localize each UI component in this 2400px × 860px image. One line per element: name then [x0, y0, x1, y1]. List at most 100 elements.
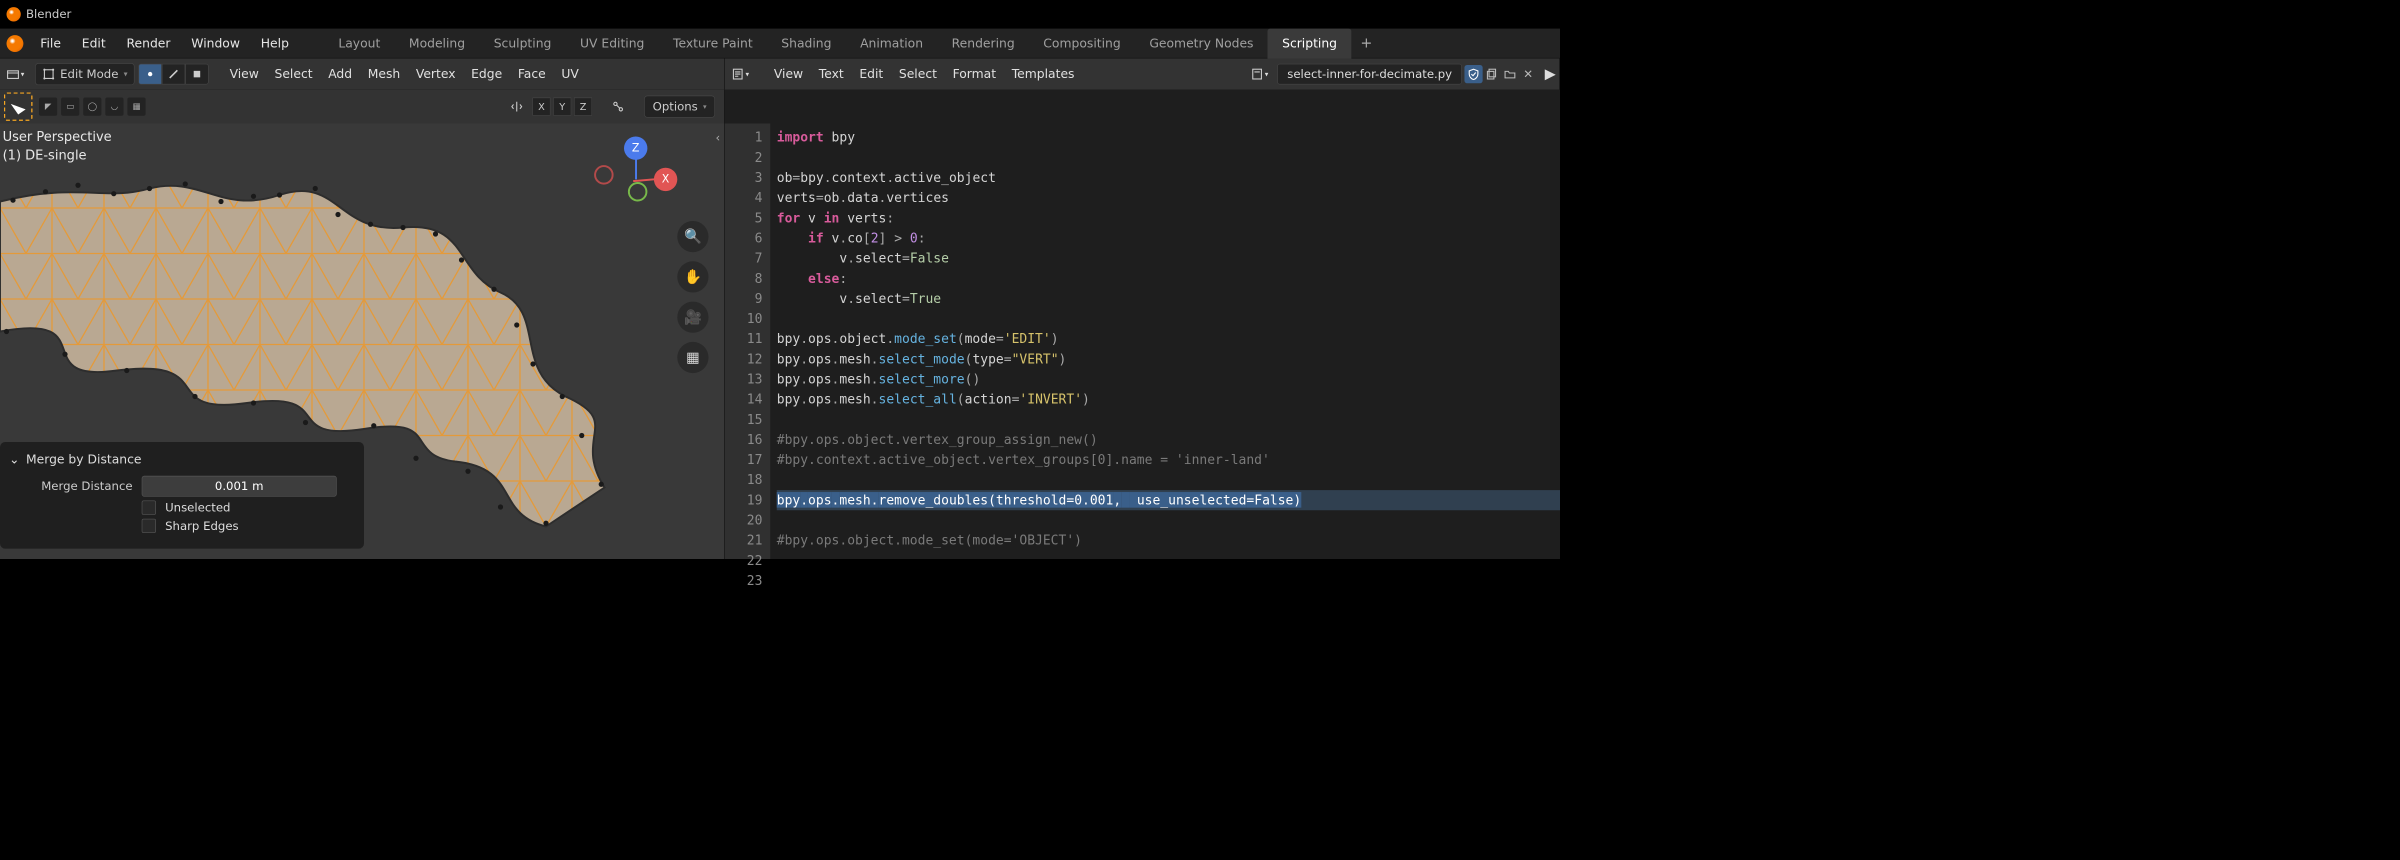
add-workspace-button[interactable]: +: [1351, 35, 1381, 51]
mirror-z-toggle[interactable]: Z: [574, 98, 592, 116]
zoom-button[interactable]: 🔍: [677, 221, 708, 252]
open-text-button[interactable]: [1501, 65, 1519, 83]
viewport-menu-select[interactable]: Select: [267, 58, 321, 89]
text-menu-format[interactable]: Format: [945, 58, 1004, 89]
browse-text-button[interactable]: ▾: [1245, 64, 1273, 85]
lasso-select-icon[interactable]: ◡: [105, 98, 123, 116]
viewport-menu-view[interactable]: View: [222, 58, 267, 89]
circle-select-icon[interactable]: ◯: [83, 98, 101, 116]
code-line[interactable]: for v in verts:: [777, 208, 1560, 228]
ws-tab-rendering[interactable]: Rendering: [937, 28, 1029, 58]
editor-type-button[interactable]: ▾: [726, 64, 754, 85]
vertex-select-button[interactable]: [139, 64, 162, 85]
text-menu-view[interactable]: View: [766, 58, 811, 89]
tweak-tool-icon[interactable]: ◤: [39, 98, 57, 116]
text-editor-header: ▾ View Text Edit Select Format Templates…: [725, 58, 1560, 89]
code-line[interactable]: import bpy: [777, 127, 1560, 147]
automerge-icon: [612, 100, 625, 113]
text-editor-icon: [731, 68, 744, 81]
code-line[interactable]: #bpy.context.active_object.vertex_groups…: [777, 450, 1560, 470]
automerge-toggle[interactable]: [606, 96, 629, 117]
active-tool-button[interactable]: [4, 92, 33, 121]
blender-logo-icon[interactable]: [7, 35, 24, 52]
code-line[interactable]: v.select=True: [777, 289, 1560, 309]
box-select-icon[interactable]: ▭: [61, 98, 79, 116]
unlink-text-button[interactable]: ✕: [1519, 65, 1537, 83]
code-body[interactable]: import bpy ob=bpy.context.active_objectv…: [770, 123, 1560, 559]
code-line[interactable]: bpy.ops.object.mode_set(mode='EDIT'): [777, 329, 1560, 349]
sharp-edges-checkbox[interactable]: [142, 519, 156, 533]
sidebar-toggle-handle[interactable]: ‹: [716, 131, 721, 145]
persp-ortho-button[interactable]: ▦: [677, 342, 708, 373]
operator-panel[interactable]: ⌄ Merge by Distance Merge Distance 0.001…: [0, 442, 364, 549]
merge-distance-field[interactable]: 0.001 m: [142, 476, 337, 497]
operator-panel-header[interactable]: ⌄ Merge by Distance: [9, 452, 351, 466]
code-line[interactable]: [777, 510, 1560, 530]
text-editor-area[interactable]: 1234567891011121314151617181920212223 im…: [725, 123, 1560, 559]
mirror-x-toggle[interactable]: X: [532, 98, 550, 116]
ws-tab-scripting[interactable]: Scripting: [1268, 28, 1352, 58]
viewport-menu-face[interactable]: Face: [510, 58, 554, 89]
viewport-menu-mesh[interactable]: Mesh: [360, 58, 408, 89]
new-text-button[interactable]: [1483, 65, 1501, 83]
code-line[interactable]: bpy.ops.mesh.select_more(): [777, 369, 1560, 389]
menu-edit[interactable]: Edit: [71, 28, 116, 58]
menu-render[interactable]: Render: [116, 28, 181, 58]
camera-button[interactable]: 🎥: [677, 302, 708, 333]
editor-type-button[interactable]: ▾: [1, 64, 29, 85]
menu-file[interactable]: File: [30, 28, 71, 58]
viewport-menu-vertex[interactable]: Vertex: [408, 58, 463, 89]
line-number: 14: [725, 389, 763, 409]
code-line[interactable]: [777, 148, 1560, 168]
ws-tab-modeling[interactable]: Modeling: [395, 28, 480, 58]
code-line[interactable]: else:: [777, 268, 1560, 288]
script-filename-field[interactable]: select-inner-for-decimate.py: [1278, 64, 1462, 85]
code-line[interactable]: [777, 410, 1560, 430]
code-line[interactable]: v.select=False: [777, 248, 1560, 268]
code-line[interactable]: [777, 470, 1560, 490]
text-menu-text[interactable]: Text: [811, 58, 852, 89]
face-select-button[interactable]: [185, 64, 208, 85]
code-line[interactable]: if v.co[2] > 0:: [777, 228, 1560, 248]
code-line[interactable]: [777, 571, 1560, 591]
ws-tab-animation[interactable]: Animation: [846, 28, 938, 58]
ws-tab-texture-paint[interactable]: Texture Paint: [659, 28, 767, 58]
ws-tab-sculpting[interactable]: Sculpting: [479, 28, 565, 58]
gizmo-x-handle[interactable]: X: [654, 168, 677, 191]
code-line[interactable]: verts=ob.data.vertices: [777, 188, 1560, 208]
line-number: 11: [725, 329, 763, 349]
edge-select-button[interactable]: [162, 64, 185, 85]
ws-tab-compositing[interactable]: Compositing: [1029, 28, 1135, 58]
3d-viewport[interactable]: User Perspective (1) DE-single ‹ Z X 🔍 ✋…: [0, 123, 725, 559]
gizmo-z-handle[interactable]: Z: [624, 137, 647, 160]
text-menu-edit[interactable]: Edit: [852, 58, 892, 89]
mesh-options-dropdown[interactable]: Options ▾: [644, 96, 715, 118]
pan-button[interactable]: ✋: [677, 261, 708, 292]
ws-tab-layout[interactable]: Layout: [324, 28, 395, 58]
ws-tab-shading[interactable]: Shading: [767, 28, 846, 58]
code-line[interactable]: bpy.ops.mesh.select_mode(type="VERT"): [777, 349, 1560, 369]
viewport-menu-edge[interactable]: Edge: [463, 58, 510, 89]
ws-tab-uv-editing[interactable]: UV Editing: [566, 28, 659, 58]
code-line[interactable]: #bpy.ops.object.mode_set(mode='OBJECT'): [777, 530, 1560, 550]
code-line[interactable]: [777, 551, 1560, 571]
code-line[interactable]: bpy.ops.mesh.select_all(action='INVERT'): [777, 389, 1560, 409]
run-script-button[interactable]: ▶: [1541, 65, 1559, 83]
unselected-checkbox[interactable]: [142, 500, 156, 514]
code-line[interactable]: bpy.ops.mesh.remove_doubles(threshold=0.…: [777, 490, 1560, 510]
mode-selector[interactable]: Edit Mode ▾: [35, 63, 135, 85]
menu-window[interactable]: Window: [181, 28, 250, 58]
code-line[interactable]: #bpy.ops.object.vertex_group_assign_new(…: [777, 430, 1560, 450]
text-menu-select[interactable]: Select: [891, 58, 945, 89]
text-menu-templates[interactable]: Templates: [1004, 58, 1082, 89]
select-set-icon[interactable]: ▦: [127, 98, 145, 116]
register-script-toggle[interactable]: [1464, 65, 1482, 83]
viewport-menu-add[interactable]: Add: [320, 58, 360, 89]
menu-help[interactable]: Help: [250, 28, 299, 58]
ws-tab-geometry-nodes[interactable]: Geometry Nodes: [1135, 28, 1268, 58]
viewport-menu-uv[interactable]: UV: [554, 58, 587, 89]
code-line[interactable]: ob=bpy.context.active_object: [777, 168, 1560, 188]
mirror-y-toggle[interactable]: Y: [553, 98, 571, 116]
code-line[interactable]: [777, 309, 1560, 329]
mirror-button[interactable]: [505, 96, 528, 117]
